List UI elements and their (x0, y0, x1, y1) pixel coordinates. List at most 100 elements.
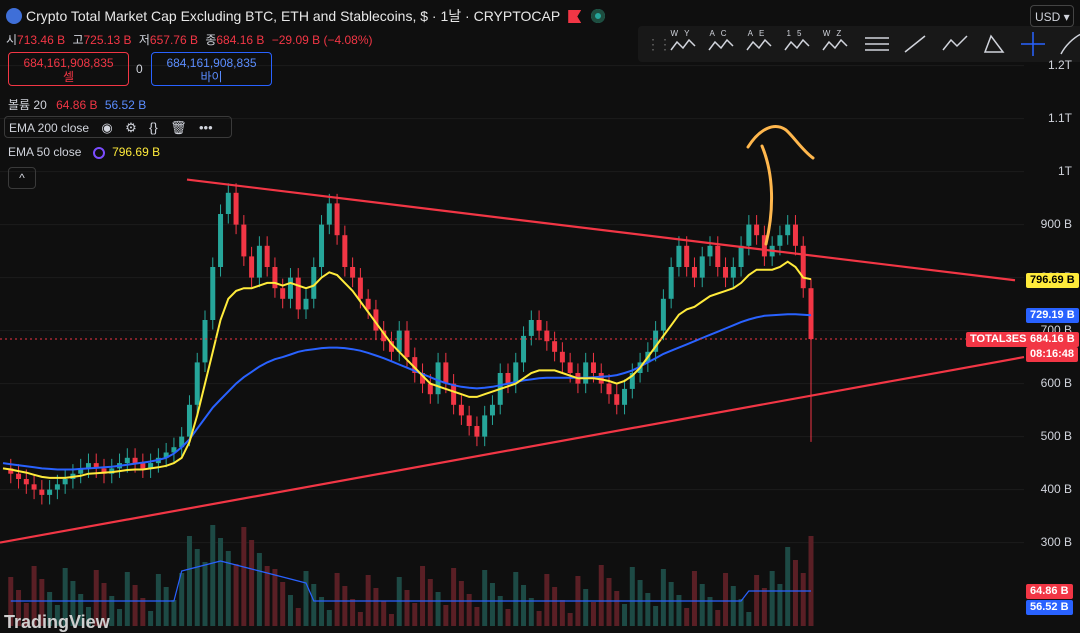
price-tick-label: 1T (1057, 163, 1072, 178)
candle-body (47, 489, 53, 495)
pattern-wy-icon[interactable]: WY (667, 28, 699, 60)
path-icon[interactable] (939, 28, 971, 60)
volume-legend[interactable]: 볼륨 20 64.86 B 56.52 B (8, 96, 146, 113)
candle-body (249, 256, 255, 278)
volume-bar (482, 570, 488, 626)
candle-body (513, 362, 519, 384)
fib-icon[interactable] (861, 28, 893, 60)
trendline-icon[interactable] (899, 28, 931, 60)
candle-body (707, 245, 713, 257)
volume-bar (567, 613, 573, 626)
candle-body (357, 277, 363, 299)
sell-button[interactable]: 684,161,908,835 셀 (8, 52, 129, 86)
candle-body (559, 351, 565, 363)
candle-body (194, 362, 200, 405)
volume-bar (808, 536, 814, 626)
volume-tag-1: 64.86 B (1026, 584, 1073, 599)
candle-body (808, 288, 814, 340)
volume-bar (132, 585, 138, 626)
volume-bar (668, 582, 674, 626)
volume-bar (800, 573, 806, 626)
more-icon[interactable]: ••• (199, 117, 213, 139)
candle-body (792, 224, 798, 246)
volume-bar (691, 571, 697, 626)
volume-bar (629, 567, 635, 626)
candle-body (210, 267, 216, 321)
eye-icon[interactable]: ◉ (101, 117, 112, 139)
volume-bar (746, 612, 752, 626)
volume-bar (684, 608, 690, 626)
cryptocap-logo-icon (6, 8, 22, 24)
currency-select[interactable]: USD ▾ (1030, 5, 1074, 27)
volume-bar (381, 601, 387, 626)
volume-bar (373, 588, 379, 626)
pattern-15-icon[interactable]: 15 (781, 28, 813, 60)
candle-body (218, 214, 224, 268)
volume-ma-line (10, 560, 811, 602)
triangle-icon[interactable] (977, 28, 1009, 60)
candle-body (287, 277, 293, 299)
volume-bar (295, 608, 301, 626)
candle-body (668, 267, 674, 299)
volume-bar (730, 586, 736, 626)
code-icon[interactable]: {} (149, 117, 158, 139)
brush-icon[interactable] (1055, 28, 1080, 60)
buy-button[interactable]: 684,161,908,835 바이 (151, 52, 272, 86)
candle-body (435, 362, 441, 395)
volume-bar (435, 592, 441, 626)
ohlc-values: 시713.46 B 고725.13 B 저657.76 B 종684.16 B … (6, 33, 373, 47)
candle-body (264, 245, 270, 268)
candle-body (124, 457, 130, 464)
volume-bar (653, 606, 659, 626)
volume-bar (544, 574, 550, 626)
ema200-price-tag: 729.19 B (1026, 308, 1079, 323)
candle-body (350, 267, 356, 278)
candle-body (466, 415, 472, 427)
ema200-legend[interactable]: EMA 200 close ◉ ⚙ {} 🗑 ••• (4, 116, 232, 138)
ema50-price-tag: 796.69 B (1026, 273, 1079, 288)
volume-bar (769, 571, 775, 626)
candle-body (443, 362, 449, 384)
candle-body (482, 415, 488, 437)
volume-bar (458, 581, 464, 626)
volume-bar (443, 605, 449, 626)
price-chart[interactable] (0, 0, 1080, 626)
volume-bar (777, 584, 783, 626)
loading-icon (92, 147, 105, 159)
volume-bar (489, 583, 495, 626)
candle-body (699, 256, 705, 278)
candle-body (202, 320, 208, 363)
volume-bar (521, 585, 527, 626)
candle-body (583, 362, 589, 384)
settings-icon[interactable]: ⚙ (125, 117, 137, 139)
volume-bar (451, 568, 457, 626)
crosshair-icon[interactable] (1017, 28, 1049, 60)
price-tick-label: 900 B (1040, 216, 1072, 231)
candle-body (715, 245, 721, 268)
volume-bar (388, 614, 394, 626)
volume-bar (552, 587, 558, 626)
volume-bar (233, 564, 239, 626)
ema50-legend[interactable]: EMA 50 close 796.69 B (4, 141, 164, 163)
trash-icon[interactable]: 🗑 (170, 117, 187, 139)
candle-body (458, 404, 464, 416)
candle-body (233, 192, 239, 225)
collapse-legend-button[interactable]: ^ (8, 167, 36, 189)
symbol-title[interactable]: Crypto Total Market Cap Excluding BTC, E… (26, 8, 560, 24)
candle-body (691, 267, 697, 278)
flag-icon[interactable] (568, 10, 582, 23)
candle-body (62, 479, 68, 485)
pattern-wz-icon[interactable]: WZ (819, 28, 851, 60)
volume-bar (660, 569, 666, 626)
market-status-icon[interactable] (591, 9, 606, 23)
pattern-ae-icon[interactable]: AE (743, 28, 775, 60)
candle-body (730, 267, 736, 278)
candle-body (800, 245, 806, 289)
volume-bar (334, 573, 340, 626)
ema50-line (2, 260, 812, 479)
candle-body (295, 277, 301, 310)
volume-bar (528, 598, 534, 626)
price-tick-label: 500 B (1040, 428, 1072, 443)
candles (8, 183, 814, 505)
pattern-ac-icon[interactable]: AC (705, 28, 737, 60)
